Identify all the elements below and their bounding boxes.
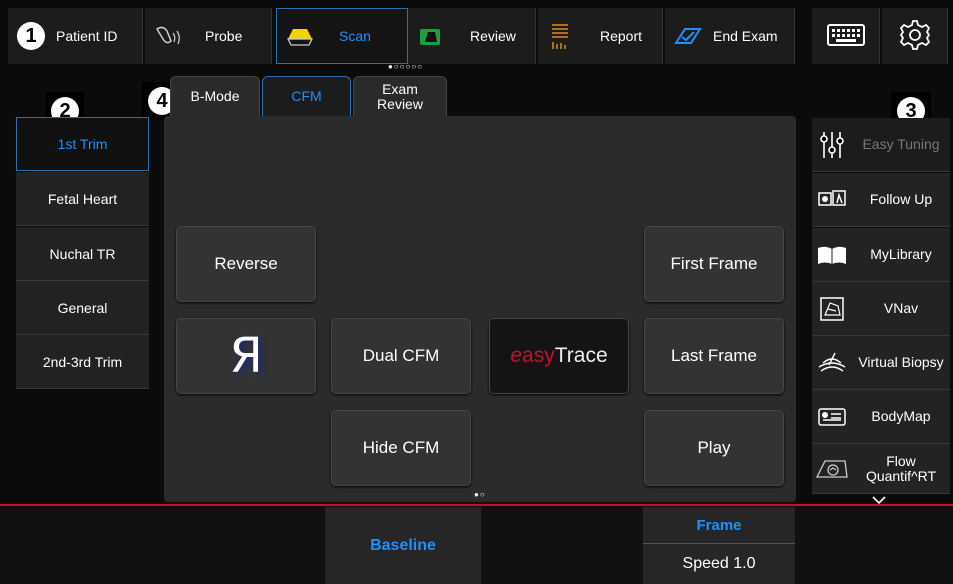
vnav-button[interactable]: VNav <box>812 282 950 336</box>
preset-2nd-3rd-trim[interactable]: 2nd-3rd Trim <box>16 335 149 389</box>
easytrace-logo: easyTrace <box>510 344 608 367</box>
book-icon <box>812 244 852 266</box>
scan-button[interactable]: Scan <box>276 8 408 64</box>
frame-speed-title: Frame <box>643 507 795 544</box>
patient-id-button[interactable]: 1 Patient ID <box>8 8 143 64</box>
page-dots-panel: ●○ <box>474 490 486 499</box>
flow-icon <box>812 457 852 481</box>
report-icon <box>546 23 576 49</box>
probe-button[interactable]: Probe <box>145 8 272 64</box>
biopsy-icon <box>812 351 852 375</box>
mylibrary-button[interactable]: MyLibrary <box>812 228 950 282</box>
top-toolbar: 1 Patient ID Probe Scan ●○○○○○ Review Re… <box>0 0 953 71</box>
reverse-button[interactable]: Reverse <box>176 226 316 302</box>
tab-cfm[interactable]: CFM <box>262 76 351 116</box>
invert-icon: Я <box>229 328 263 384</box>
keyboard-icon <box>826 22 866 51</box>
hide-cfm-button[interactable]: Hide CFM <box>331 410 471 486</box>
dual-cfm-button[interactable]: Dual CFM <box>331 318 471 394</box>
last-frame-button[interactable]: Last Frame <box>644 318 784 394</box>
end-exam-button[interactable]: End Exam <box>665 8 795 64</box>
sliders-icon <box>812 130 852 160</box>
vnav-icon <box>812 295 852 323</box>
baseline-control[interactable]: Baseline <box>325 507 481 584</box>
report-button[interactable]: Report <box>538 8 663 64</box>
gear-icon <box>898 18 932 55</box>
end-exam-icon <box>673 23 703 49</box>
play-button[interactable]: Play <box>644 410 784 486</box>
review-icon <box>416 23 446 49</box>
bodymap-icon <box>812 406 852 428</box>
easy-tuning-button[interactable]: Easy Tuning <box>812 118 950 172</box>
frame-speed-control[interactable]: Frame Speed 1.0 <box>643 507 795 584</box>
review-button[interactable]: Review <box>408 8 536 64</box>
invert-button[interactable]: Я <box>176 318 316 394</box>
follow-up-button[interactable]: Follow Up <box>812 173 950 227</box>
preset-general[interactable]: General <box>16 281 149 335</box>
easytrace-button[interactable]: easyTrace <box>489 318 629 394</box>
bodymap-button[interactable]: BodyMap <box>812 390 950 444</box>
keyboard-button[interactable] <box>812 8 880 64</box>
settings-button[interactable] <box>882 8 948 64</box>
virtual-biopsy-button[interactable]: Virtual Biopsy <box>812 336 950 390</box>
preset-nuchal-tr[interactable]: Nuchal TR <box>16 227 149 281</box>
tab-exam-review[interactable]: Exam Review <box>353 76 447 116</box>
tab-b-mode[interactable]: B-Mode <box>170 76 260 116</box>
probe-icon <box>153 23 183 49</box>
frame-speed-value: Speed 1.0 <box>682 555 756 572</box>
badge-1: 1 <box>16 22 46 50</box>
first-frame-button[interactable]: First Frame <box>644 226 784 302</box>
preset-fetal-heart[interactable]: Fetal Heart <box>16 172 149 226</box>
follow-up-icon <box>812 189 852 211</box>
scan-icon <box>285 23 315 49</box>
preset-1st-trim[interactable]: 1st Trim <box>16 117 149 171</box>
flow-quantif-rt-button[interactable]: Flow Quantif^RT <box>812 444 950 494</box>
